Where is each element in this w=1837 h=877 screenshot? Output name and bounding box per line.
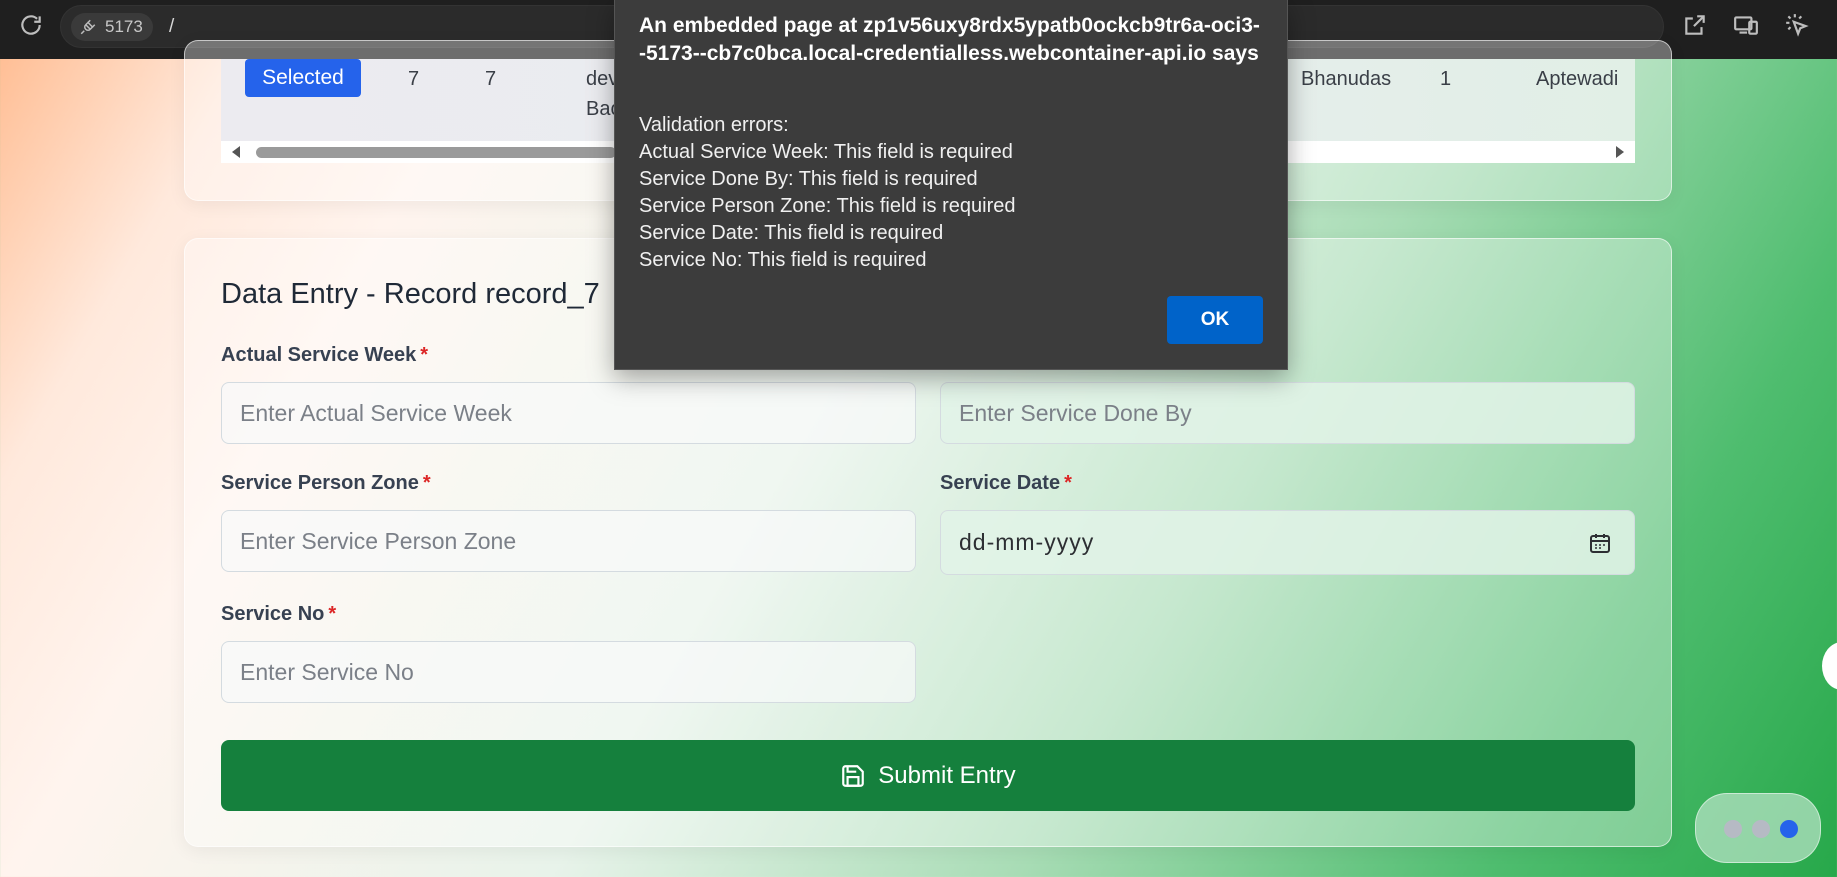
plug-icon xyxy=(80,19,96,35)
service-date-input[interactable]: dd-mm-yyyy xyxy=(940,510,1635,575)
service-date-label: Service Date * xyxy=(940,472,1072,494)
service-no-input[interactable]: Enter Service No xyxy=(221,641,916,703)
floating-edge-button[interactable] xyxy=(1822,642,1837,690)
table-cell: Aptewadi xyxy=(1536,68,1619,90)
actual-service-week-label: Actual Service Week * xyxy=(221,344,429,366)
dialog-title: An embedded page at zp1v56uxy8rdx5ypatb0… xyxy=(639,14,1260,65)
indicator-dot xyxy=(1780,820,1798,838)
calendar-icon[interactable] xyxy=(1588,531,1612,555)
inspect-cursor-icon[interactable] xyxy=(1784,12,1810,38)
port-chip[interactable]: 5173 xyxy=(71,13,153,41)
table-cell: 1 xyxy=(1440,68,1452,90)
alert-dialog: An embedded page at zp1v56uxy8rdx5ypatb0… xyxy=(614,0,1288,370)
open-external-icon[interactable] xyxy=(1682,12,1708,38)
port-label: 5173 xyxy=(105,17,143,36)
loading-indicator xyxy=(1695,793,1821,863)
scroll-left-arrow-icon[interactable] xyxy=(232,146,240,158)
actual-service-week-input[interactable]: Enter Actual Service Week xyxy=(221,382,916,444)
indicator-dot xyxy=(1752,820,1770,838)
service-person-zone-label: Service Person Zone * xyxy=(221,472,431,494)
dialog-message: Validation errors: Actual Service Week: … xyxy=(639,112,1015,274)
dialog-line: Service Date: This field is required xyxy=(639,222,944,244)
table-cell: Bhanudas xyxy=(1301,68,1392,90)
reload-icon[interactable] xyxy=(18,12,44,38)
device-toggle-icon[interactable] xyxy=(1733,12,1759,38)
dialog-line: Service Person Zone: This field is requi… xyxy=(639,195,1016,217)
url-path: / xyxy=(169,16,175,37)
dialog-line: Service No: This field is required xyxy=(639,249,927,271)
scrollbar-thumb[interactable] xyxy=(256,147,616,158)
form-title: Data Entry - Record record_7 xyxy=(221,278,600,310)
service-done-by-input[interactable]: Enter Service Done By xyxy=(940,382,1635,444)
ok-button[interactable]: OK xyxy=(1167,296,1263,344)
service-no-label: Service No * xyxy=(221,603,337,625)
scroll-right-arrow-icon[interactable] xyxy=(1616,146,1624,158)
table-cell: 7 xyxy=(408,68,420,90)
selected-button[interactable]: Selected xyxy=(245,59,361,97)
indicator-dot xyxy=(1724,820,1742,838)
dialog-line: Service Done By: This field is required xyxy=(639,168,978,190)
table-cell: 7 xyxy=(485,68,497,90)
service-person-zone-input[interactable]: Enter Service Person Zone xyxy=(221,510,916,572)
save-icon xyxy=(842,764,865,787)
submit-entry-button[interactable]: Submit Entry xyxy=(221,740,1635,811)
submit-label: Submit Entry xyxy=(878,761,1016,789)
dialog-line: Actual Service Week: This field is requi… xyxy=(639,141,1013,163)
dialog-line: Validation errors: xyxy=(639,114,789,136)
